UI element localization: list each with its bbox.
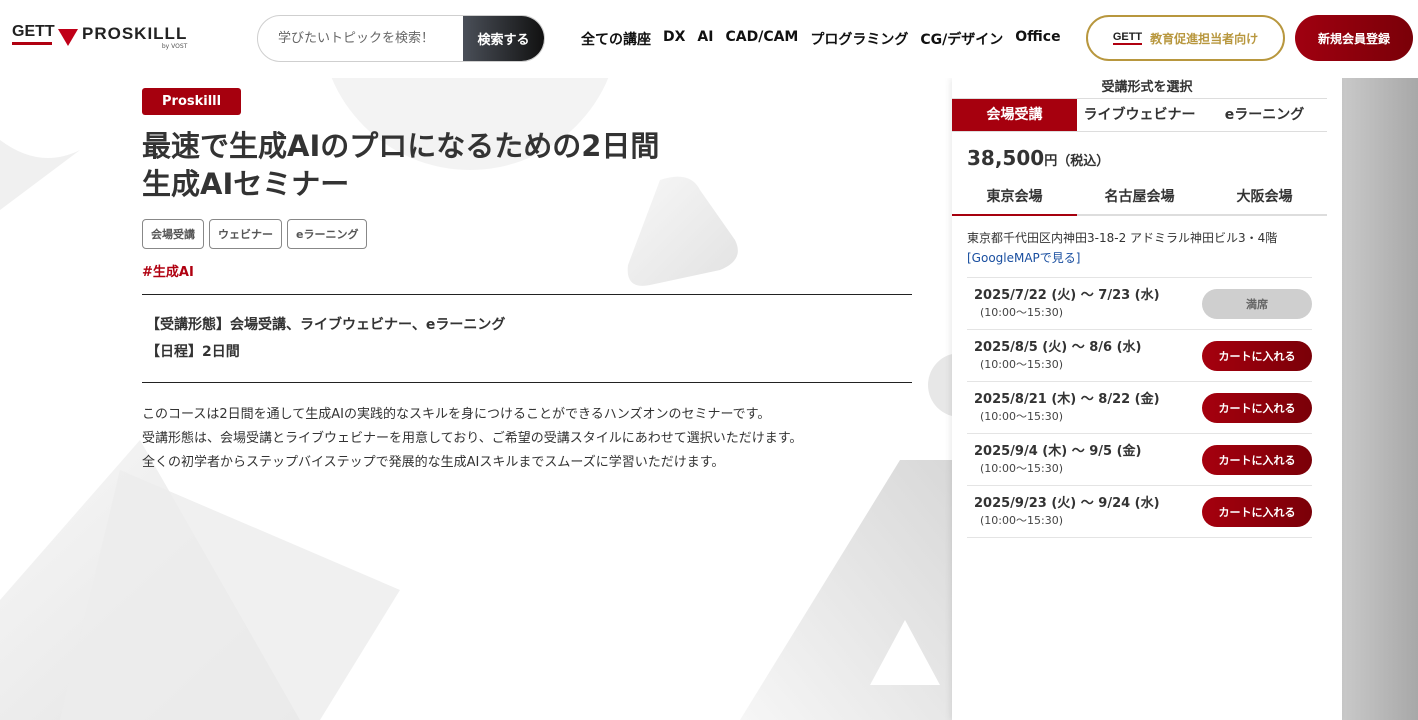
price-tax: （税込） [1057,154,1110,169]
page-title: 最速で生成AIのプロになるための2日間 生成AIセミナー [142,127,912,203]
tag-webinar[interactable]: ウェビナー [209,219,282,249]
add-to-cart-button[interactable]: カートに入れる [1202,496,1312,527]
sold-out-button: 満席 [1202,288,1312,319]
schedule-info: 【日程】2日間 [146,344,240,360]
add-to-cart-button[interactable]: カートに入れる [1202,392,1312,423]
panel-title: 受講形式を選択 [1101,80,1193,95]
format-info: 【受講形態】会場受講、ライブウェビナー、eラーニング [146,317,506,333]
session-date: 2025/9/23 (火) ～ 9/24 (水) [974,495,1160,511]
add-to-cart-button[interactable]: カートに入れる [1202,340,1312,371]
price-unit: 円 [1044,154,1058,169]
price: 38,500円（税込） [967,146,1342,170]
format-tags: 会場受講 ウェビナー eラーニング [142,219,912,249]
gett-logo-text: GETT [12,23,55,40]
corporate-button-label: 教育促進担当者向け [1150,31,1259,46]
course-summary: 【受講形態】会場受講、ライブウェビナー、eラーニング 【日程】2日間 [142,294,912,383]
date-row: 2025/8/21 (木) ～ 8/22 (金) (10:00～15:30) カ… [967,382,1312,434]
session-time: (10:00～15:30) [980,461,1063,475]
tab-osaka[interactable]: 大阪会場 [1202,182,1327,214]
date-row: 2025/8/5 (火) ～ 8/6 (水) (10:00～15:30) カート… [967,330,1312,382]
session-time: (10:00～15:30) [980,305,1063,319]
panel-scroll-backdrop [1342,78,1418,720]
tab-live-webinar[interactable]: ライブウェビナー [1077,99,1202,131]
session-date: 2025/8/21 (木) ～ 8/22 (金) [974,391,1160,407]
course-description: このコースは2日間を通して生成AIの実践的なスキルを身につけることができるハンズ… [142,403,912,475]
date-row: 2025/9/23 (火) ～ 9/24 (水) (10:00～15:30) カ… [967,486,1312,538]
nav-item-office[interactable]: Office [1015,29,1060,49]
search-bar: 検索する [257,15,545,62]
date-list: 2025/7/22 (火) ～ 7/23 (水) (10:00～15:30) 満… [967,277,1312,538]
description-line: 受講形態は、会場受講とライブウェビナーを用意しており、ご希望の受講スタイルにあわ… [142,431,803,446]
nav-item-cad-cam[interactable]: CAD/CAM [725,29,798,49]
main-nav: 全ての講座 DX AI CAD/CAM プログラミング CG/デザイン Offi… [581,29,1061,49]
brand-badge: Proskilll [142,88,242,115]
description-line: 全くの初学者からステップバイステップで発展的な生成AIスキルまでスムーズに学習い… [142,455,725,470]
session-date: 2025/8/5 (火) ～ 8/6 (水) [974,339,1142,355]
tab-elearning[interactable]: eラーニング [1202,99,1327,131]
nav-item-dx[interactable]: DX [663,29,685,49]
corporate-button[interactable]: GETT 教育促進担当者向け [1086,15,1285,61]
nav-item-all-courses[interactable]: 全ての講座 [581,29,651,49]
hashtag-link[interactable]: #生成AI [142,261,912,280]
tag-venue[interactable]: 会場受講 [142,219,204,249]
session-time: (10:00～15:30) [980,357,1063,371]
add-to-cart-button[interactable]: カートに入れる [1202,444,1312,475]
venue-tabs: 東京会場 名古屋会場 大阪会場 [952,182,1327,216]
session-time: (10:00～15:30) [980,409,1063,423]
date-row: 2025/9/4 (木) ～ 9/5 (金) (10:00～15:30) カート… [967,434,1312,486]
course-main: Proskilll 最速で生成AIのプロになるための2日間 生成AIセミナー 会… [142,88,912,475]
title-line-2: 生成AIセミナー [142,167,350,201]
nav-item-programming[interactable]: プログラミング [810,29,908,49]
search-button[interactable]: 検索する [463,16,544,61]
title-line-1: 最速で生成AIのプロになるための2日間 [142,129,660,163]
tab-tokyo[interactable]: 東京会場 [952,182,1077,216]
search-input[interactable] [258,16,463,61]
triangle-logo-icon [58,28,78,46]
price-value: 38,500 [967,146,1045,170]
address-text: 東京都千代田区内神田3-18-2 アドミラル神田ビル3・4階 [967,231,1278,245]
site-header: GETT PROSKILLL by VOST 検索する 全ての講座 DX AI … [0,0,1418,78]
proskill-logo: PROSKILLL by VOST [82,23,188,50]
booking-panel: 受講形式を選択 会場受講 ライブウェビナー eラーニング 38,500円（税込）… [952,78,1342,720]
mode-tabs: 会場受講 ライブウェビナー eラーニング [952,98,1327,132]
venue-address: 東京都千代田区内神田3-18-2 アドミラル神田ビル3・4階 [GoogleMA… [967,228,1342,268]
proskill-logo-text: PROSKILLL [82,23,188,43]
tab-venue[interactable]: 会場受講 [952,99,1077,131]
session-time: (10:00～15:30) [980,513,1063,527]
tag-elearning[interactable]: eラーニング [287,219,368,249]
gett-logo: GETT [12,24,56,50]
signup-button[interactable]: 新規会員登録 [1295,15,1413,61]
site-logo[interactable]: GETT PROSKILLL by VOST [12,22,187,52]
session-date: 2025/7/22 (火) ～ 7/23 (水) [974,287,1160,303]
description-line: このコースは2日間を通して生成AIの実践的なスキルを身につけることができるハンズ… [142,407,771,422]
nav-item-ai[interactable]: AI [697,29,713,49]
google-map-link[interactable]: [GoogleMAPで見る] [967,248,1342,268]
session-date: 2025/9/4 (木) ～ 9/5 (金) [974,443,1142,459]
tab-nagoya[interactable]: 名古屋会場 [1077,182,1202,214]
date-row: 2025/7/22 (火) ～ 7/23 (水) (10:00～15:30) 満… [967,278,1312,330]
gett-mini-logo: GETT [1112,30,1143,45]
logo-subtext: by VOST [161,42,188,50]
nav-item-cg-design[interactable]: CG/デザイン [920,29,1003,49]
